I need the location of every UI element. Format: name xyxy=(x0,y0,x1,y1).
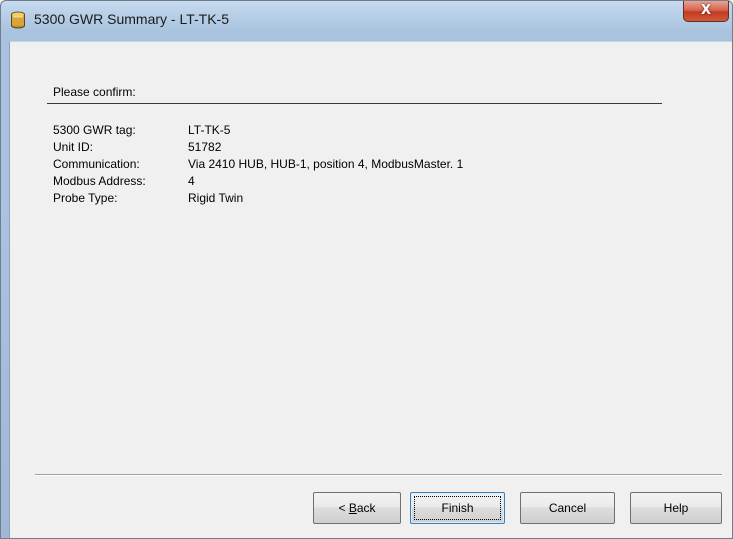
communication-value: Via 2410 HUB, HUB-1, position 4, ModbusM… xyxy=(188,157,464,171)
dialog-body xyxy=(9,41,732,538)
back-button-label: < Back xyxy=(338,501,376,515)
probe-type-value: Rigid Twin xyxy=(188,191,244,205)
finish-button[interactable]: Finish xyxy=(410,492,505,524)
close-button[interactable]: X xyxy=(683,1,729,22)
finish-button-label: Finish xyxy=(441,501,474,515)
cancel-button[interactable]: Cancel xyxy=(520,492,615,524)
help-button[interactable]: Help xyxy=(630,492,722,524)
footer-separator-highlight xyxy=(35,475,722,476)
dialog-window: 5300 GWR Summary - LT-TK-5 X xyxy=(0,0,733,539)
title-bar[interactable]: 5300 GWR Summary - LT-TK-5 X xyxy=(1,1,732,41)
window-title: 5300 GWR Summary - LT-TK-5 xyxy=(34,11,230,27)
confirm-heading: Please confirm: xyxy=(53,85,136,99)
cancel-button-label: Cancel xyxy=(548,501,587,515)
back-button[interactable]: < Back xyxy=(313,492,401,524)
close-icon: X xyxy=(700,3,712,18)
probe-type-label: Probe Type: xyxy=(53,191,118,205)
unit-id-value: 51782 xyxy=(188,140,222,154)
communication-label: Communication: xyxy=(53,157,140,171)
window-frame-left xyxy=(1,201,9,538)
unit-id-label: Unit ID: xyxy=(53,140,94,154)
modbus-address-label: Modbus Address: xyxy=(53,174,146,188)
tag-value: LT-TK-5 xyxy=(188,123,231,137)
heading-divider xyxy=(47,103,662,104)
modbus-address-value: 4 xyxy=(188,174,195,188)
tank-icon xyxy=(10,11,26,29)
help-button-label: Help xyxy=(663,501,689,515)
tag-label: 5300 GWR tag: xyxy=(53,123,136,137)
